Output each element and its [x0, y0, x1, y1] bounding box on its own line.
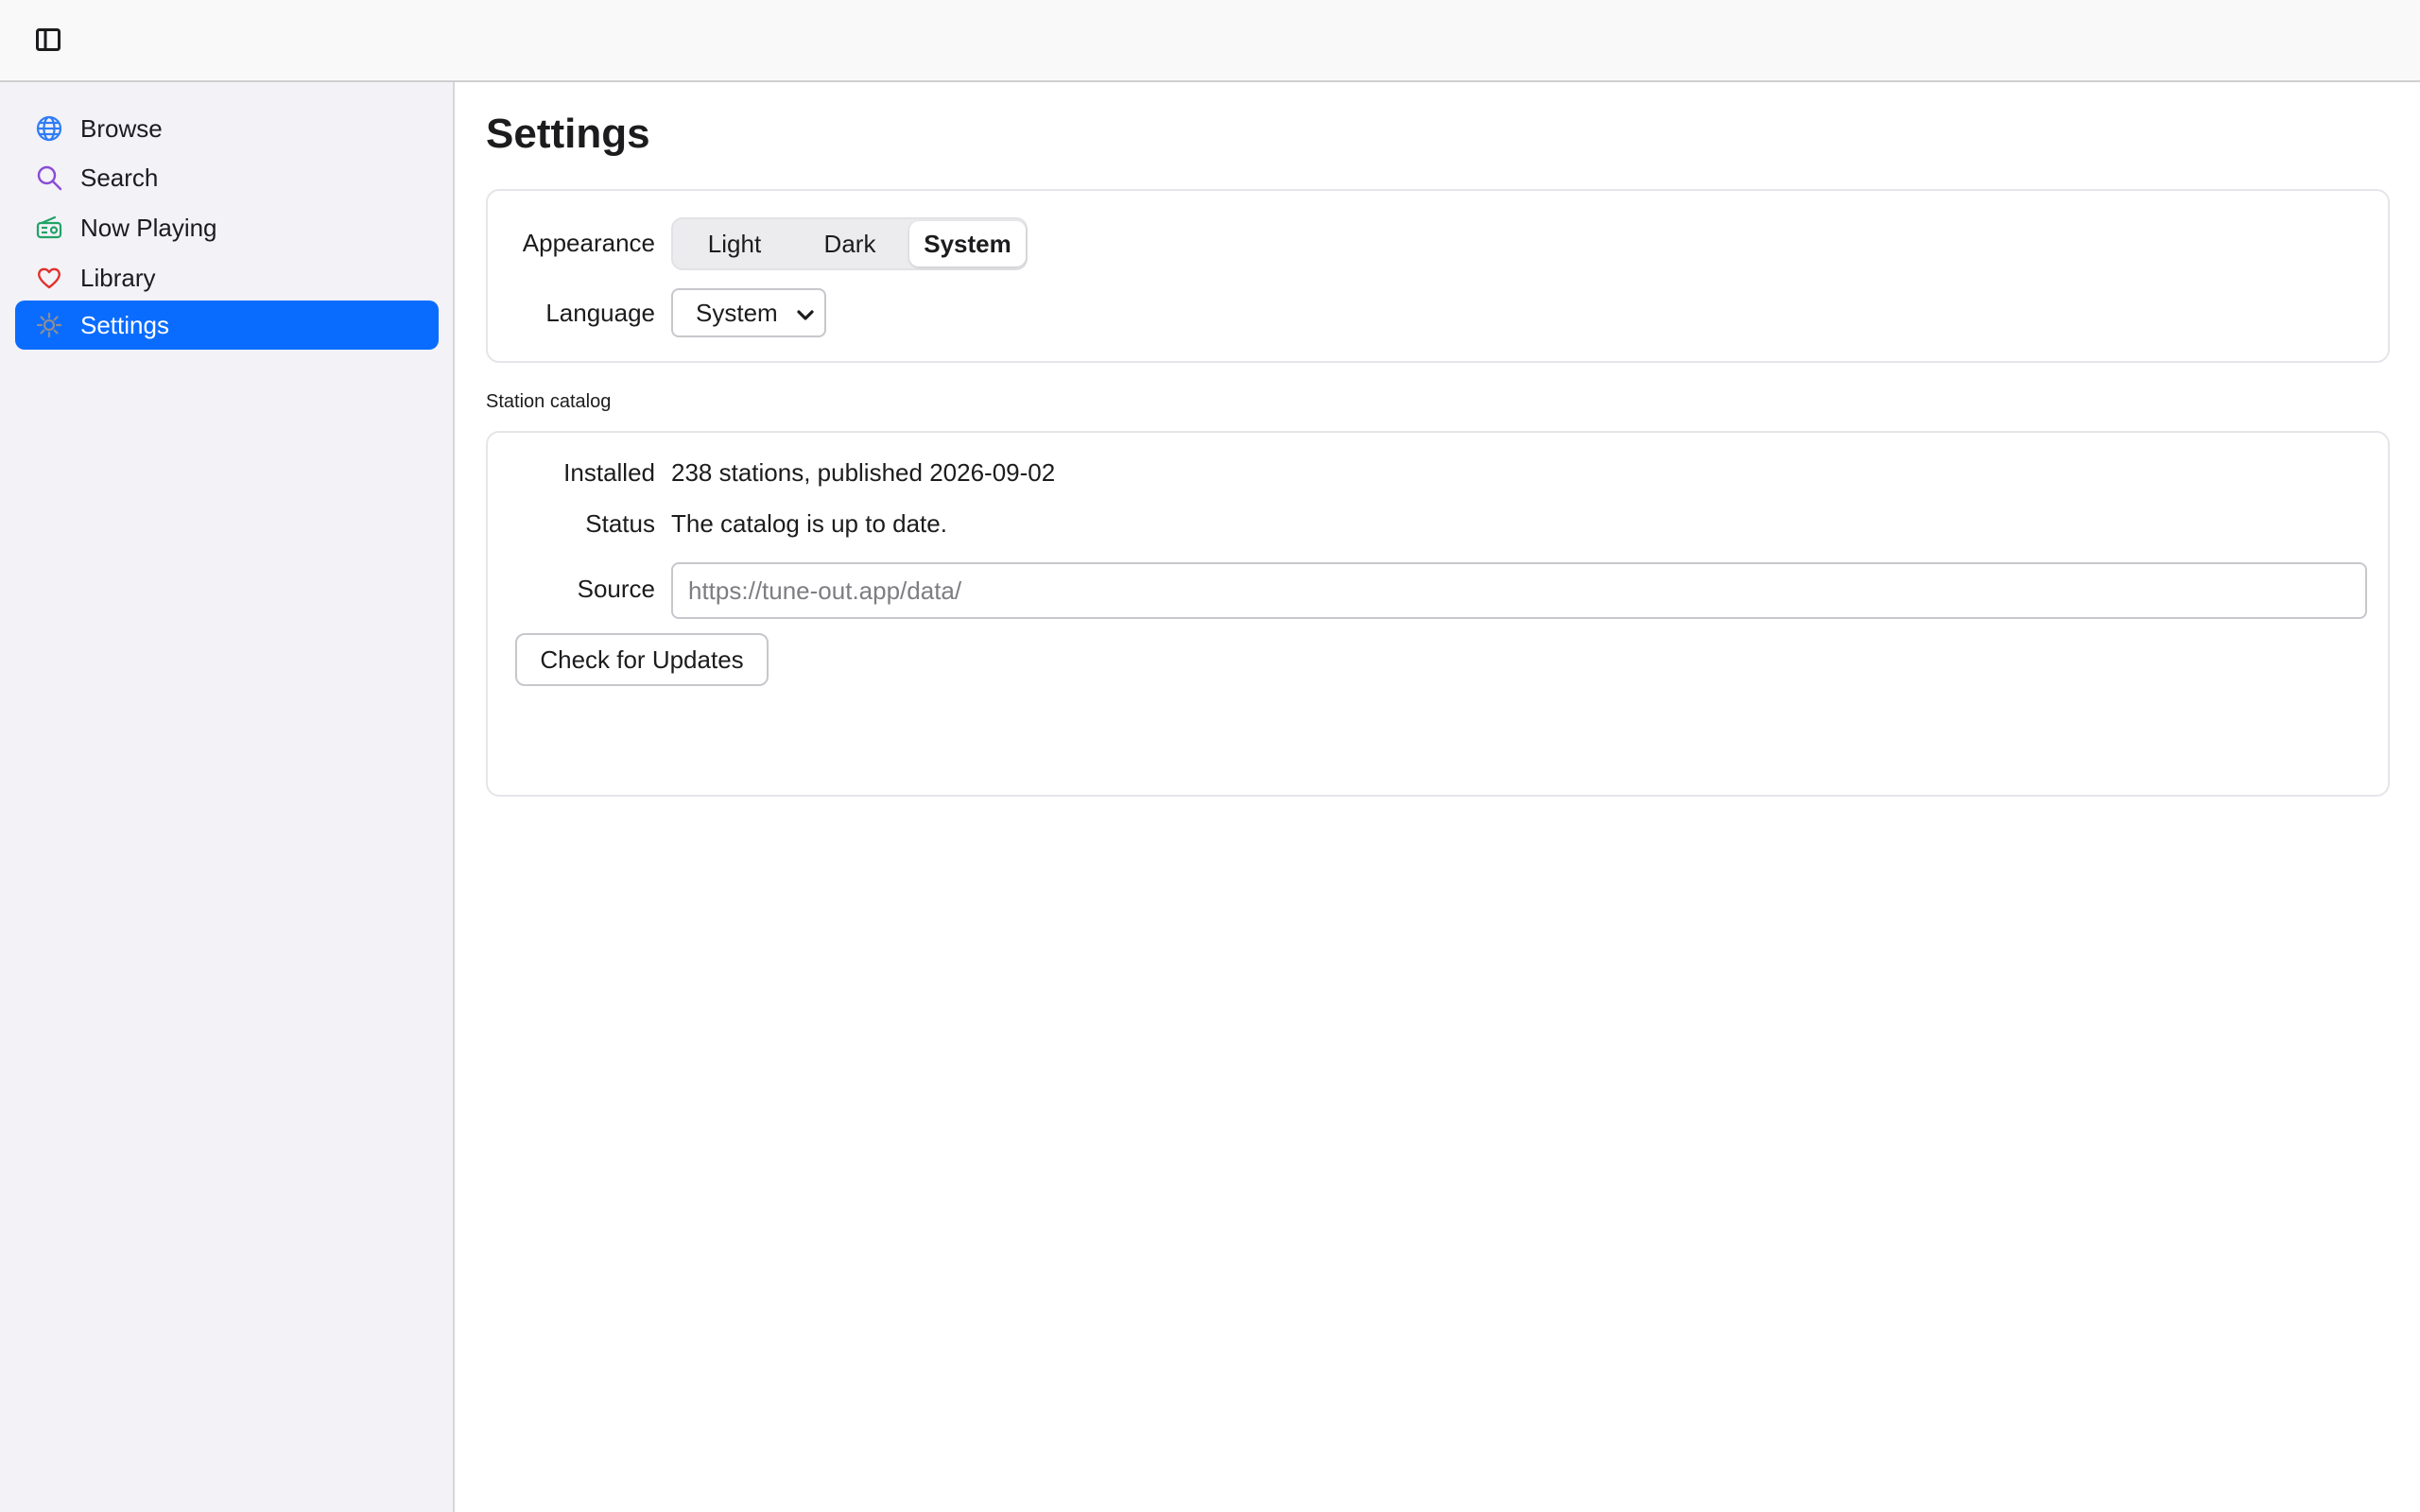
check-for-updates-button[interactable]: Check for Updates — [515, 633, 769, 686]
main-content: Settings Appearance Light Dark System La… — [457, 82, 2420, 1512]
language-label: Language — [545, 299, 655, 327]
appearance-option-system[interactable]: System — [909, 221, 1026, 266]
sidebar-item-label: Search — [80, 163, 159, 192]
installed-value: 238 stations, published 2026-09-02 — [671, 458, 1056, 487]
sidebar-item-label: Now Playing — [80, 213, 217, 242]
sidebar-toggle-button[interactable] — [34, 27, 62, 56]
sidebar-item-library[interactable]: Library — [15, 253, 439, 302]
gear-icon — [34, 310, 64, 340]
station-catalog-card: Installed 238 stations, published 2026-0… — [486, 431, 2390, 797]
sidebar: Browse Search Now Playing Library Settin… — [0, 82, 455, 1512]
toolbar — [0, 0, 2420, 82]
sidebar-item-label: Library — [80, 263, 156, 292]
appearance-option-dark[interactable]: Dark — [794, 221, 906, 266]
radio-icon — [34, 213, 64, 243]
source-url-input[interactable] — [671, 562, 2367, 619]
appearance-option-light[interactable]: Light — [679, 221, 790, 266]
sidebar-item-browse[interactable]: Browse — [15, 104, 439, 153]
installed-label: Installed — [563, 458, 655, 487]
sidebar-item-settings[interactable]: Settings — [15, 301, 439, 350]
general-settings-card: Appearance Light Dark System Language Sy… — [486, 189, 2390, 363]
page-title: Settings — [486, 111, 650, 157]
globe-icon — [34, 113, 64, 144]
sidebar-item-label: Settings — [80, 310, 169, 339]
chevron-down-icon — [794, 303, 817, 333]
status-label: Status — [585, 509, 655, 538]
sidebar-item-search[interactable]: Search — [15, 153, 439, 202]
heart-icon — [34, 263, 64, 293]
sidebar-item-label: Browse — [80, 113, 163, 143]
language-select[interactable]: System — [671, 288, 826, 337]
status-value: The catalog is up to date. — [671, 509, 947, 538]
appearance-label: Appearance — [522, 229, 655, 257]
appearance-segmented-control: Light Dark System — [671, 217, 1028, 270]
sidebar-item-now-playing[interactable]: Now Playing — [15, 203, 439, 252]
sidebar-toggle-icon — [36, 27, 60, 56]
station-catalog-heading: Station catalog — [486, 391, 612, 412]
source-label: Source — [577, 575, 655, 603]
search-icon — [34, 163, 64, 193]
language-select-value: System — [696, 298, 778, 327]
